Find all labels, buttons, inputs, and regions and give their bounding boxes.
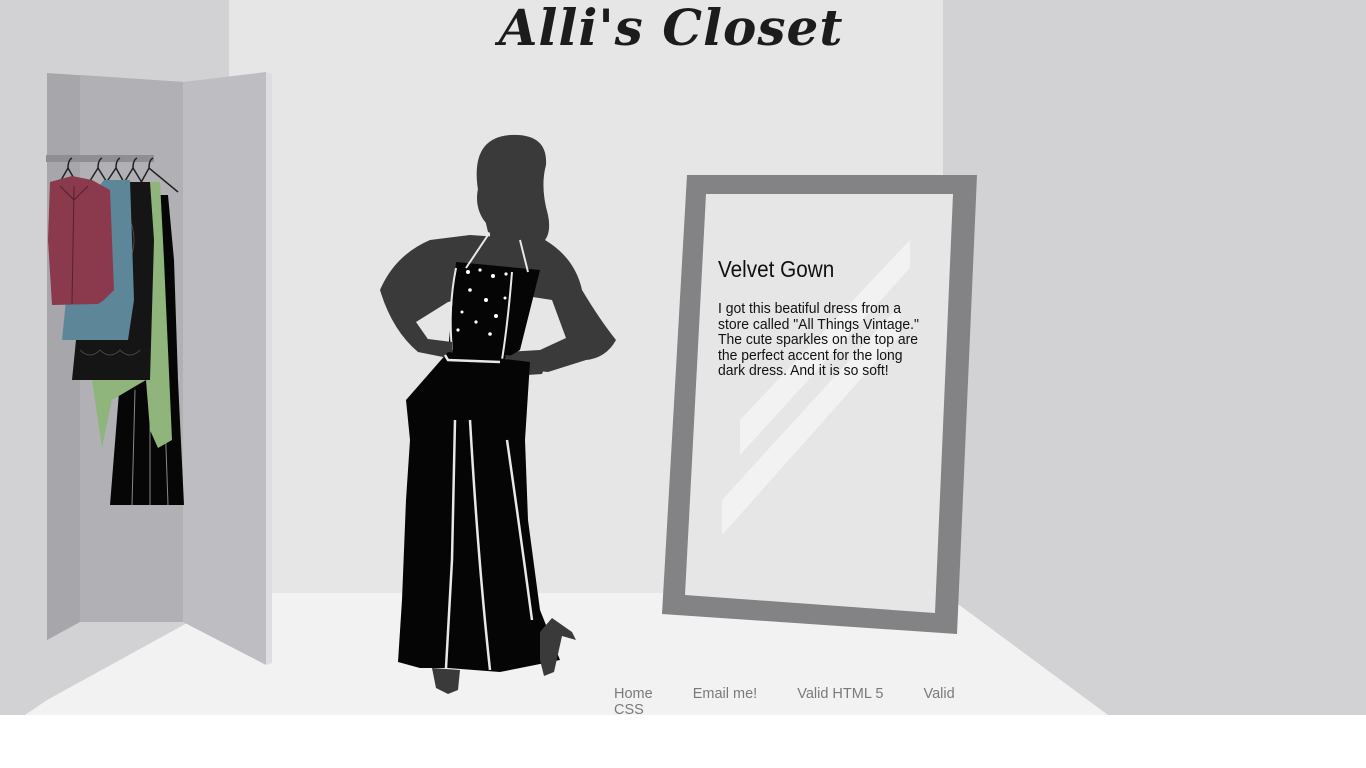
right-wall [943, 0, 1366, 715]
site-title: Alli's Closet [498, 0, 844, 57]
mirror [662, 175, 977, 634]
room-illustration [0, 0, 1366, 715]
valid-css-link[interactable]: Valid CSS [614, 686, 955, 718]
home-link[interactable]: Home [614, 686, 653, 702]
item-description: I got this beatiful dress from a store c… [718, 300, 919, 379]
email-link[interactable]: Email me! [693, 686, 757, 702]
item-title: Velvet Gown [718, 256, 835, 282]
item-details: Velvet Gown I got this beatiful dress fr… [718, 256, 933, 379]
valid-html5-link[interactable]: Valid HTML 5 [797, 686, 883, 702]
closet [46, 72, 272, 665]
closet-scene: Alli's Closet Velvet Gown I got this bea… [0, 0, 1366, 715]
footer-nav: Home Email me! Valid HTML 5 Valid CSS [614, 686, 974, 718]
